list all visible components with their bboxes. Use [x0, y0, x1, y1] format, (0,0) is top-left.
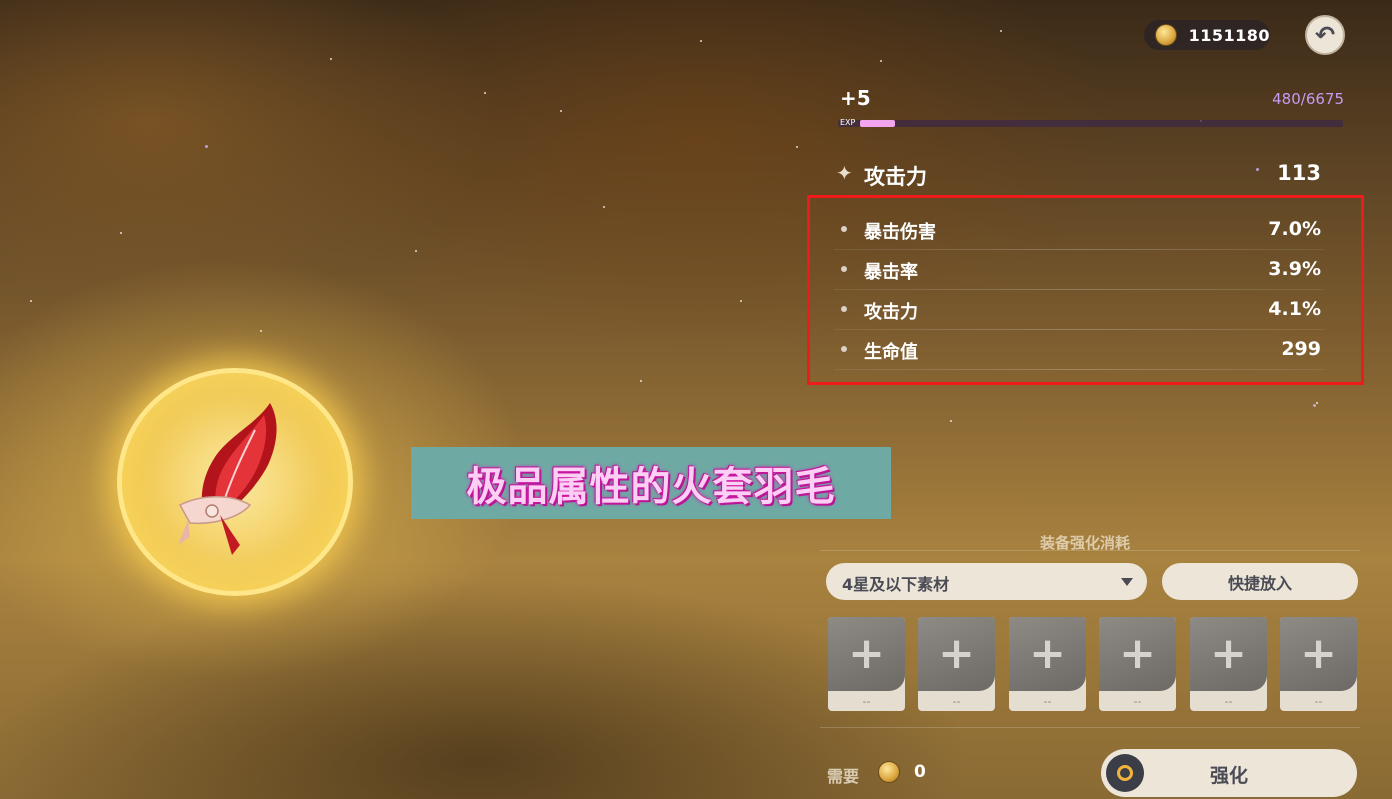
- sparkle-icon: ✦: [836, 161, 853, 185]
- material-slot[interactable]: + --: [1009, 617, 1086, 711]
- mora-coin-icon: [878, 761, 900, 783]
- main-stat-name: 攻击力: [864, 165, 927, 189]
- slot-label: --: [952, 695, 961, 708]
- bullet-icon: [841, 346, 847, 352]
- video-caption: 极品属性的火套羽毛: [411, 447, 891, 519]
- slot-label: --: [1314, 695, 1323, 708]
- substat-value: 3.9%: [1268, 258, 1321, 280]
- material-filter-select[interactable]: 4星及以下素材: [826, 563, 1147, 600]
- main-stat: ✦ 攻击力 113: [834, 158, 1324, 192]
- mora-counter: 1151180: [1144, 20, 1270, 50]
- quick-add-button[interactable]: 快捷放入: [1162, 563, 1358, 600]
- material-slot[interactable]: + --: [1280, 617, 1357, 711]
- exp-label: EXP: [840, 118, 856, 127]
- enhance-cost-title: 装备强化消耗: [1040, 534, 1131, 552]
- plus-icon: +: [938, 628, 975, 679]
- quick-add-label: 快捷放入: [1227, 573, 1292, 593]
- material-slot[interactable]: + --: [1190, 617, 1267, 711]
- substat-name: 暴击伤害: [864, 222, 936, 243]
- feather-artifact-icon: [178, 403, 277, 555]
- material-slot[interactable]: + --: [918, 617, 995, 711]
- exp-bar: EXP: [838, 118, 1343, 127]
- mora-amount: 1151180: [1188, 25, 1270, 45]
- plus-icon: +: [1029, 628, 1066, 679]
- substat-row: 暴击伤害 7.0%: [834, 210, 1324, 250]
- slot-label: --: [1043, 695, 1052, 708]
- artifact-level: +5: [840, 86, 871, 110]
- plus-icon: +: [848, 628, 885, 679]
- cost-label: 需要: [827, 767, 860, 786]
- back-button[interactable]: ↶: [1305, 15, 1345, 55]
- enhance-button-label: 强化: [1209, 765, 1248, 787]
- slot-label: --: [1133, 695, 1142, 708]
- material-slot[interactable]: + --: [828, 617, 905, 711]
- exp-text: 480/6675: [1272, 90, 1344, 108]
- main-stat-value: 113: [1277, 161, 1321, 185]
- divider: [820, 727, 1360, 728]
- substats-list: 暴击伤害 7.0% 暴击率 3.9% 攻击力 4.1% 生命值 299: [834, 210, 1324, 370]
- slot-label: --: [1224, 695, 1233, 708]
- back-arrow-icon: ↶: [1314, 21, 1336, 49]
- substat-value: 299: [1281, 338, 1321, 360]
- substat-value: 4.1%: [1268, 298, 1321, 320]
- mora-coin-icon: [1155, 24, 1177, 46]
- bullet-icon: [841, 266, 847, 272]
- substat-name: 暴击率: [864, 262, 918, 283]
- material-filter-value: 4星及以下素材: [842, 575, 950, 594]
- bullet-icon: [841, 306, 847, 312]
- substat-name: 生命值: [864, 342, 918, 363]
- plus-icon: +: [1210, 628, 1247, 679]
- enhance-button[interactable]: 强化: [1101, 749, 1357, 797]
- plus-icon: +: [1300, 628, 1337, 679]
- dropdown-caret-icon: [1121, 578, 1133, 586]
- substat-row: 生命值 299: [834, 330, 1324, 370]
- cost-value: 0: [914, 762, 926, 782]
- substat-row: 攻击力 4.1%: [834, 290, 1324, 330]
- bullet-icon: [841, 226, 847, 232]
- substat-row: 暴击率 3.9%: [834, 250, 1324, 290]
- substat-value: 7.0%: [1268, 218, 1321, 240]
- slot-label: --: [862, 695, 871, 708]
- exp-bar-fill: [860, 120, 895, 127]
- plus-icon: +: [1119, 628, 1156, 679]
- caption-text: 极品属性的火套羽毛: [466, 464, 836, 510]
- substat-name: 攻击力: [864, 302, 918, 323]
- material-slot[interactable]: + --: [1099, 617, 1176, 711]
